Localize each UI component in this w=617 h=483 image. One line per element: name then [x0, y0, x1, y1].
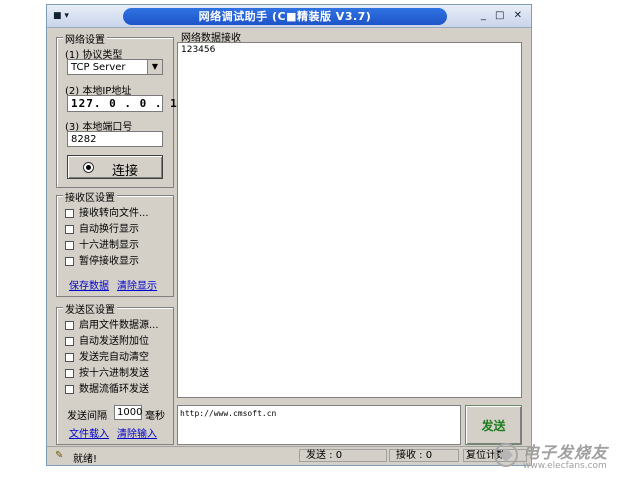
send-option-loop[interactable]: 数据流循环发送 [65, 383, 149, 397]
file-load-link[interactable]: 文件载入 [69, 425, 109, 440]
system-menu-icon[interactable]: ■ ▾ [53, 9, 87, 23]
sent-count: 发送 : 0 [299, 449, 387, 462]
checkbox-icon [65, 240, 74, 250]
watermark-url: www.elecfans.com [523, 461, 607, 471]
send-option-hex[interactable]: 按十六进制发送 [65, 367, 149, 381]
network-settings-title: 网络设置 [63, 31, 107, 46]
port-input[interactable]: 8282 [67, 131, 163, 147]
save-data-link[interactable]: 保存数据 [69, 277, 109, 292]
main-window: ■ ▾ 网络调试助手 (C■精装版 V3.7) _ □ ✕ 网络设置 (1) 协… [46, 4, 532, 466]
send-interval-unit: 毫秒 [145, 411, 165, 422]
send-option-append[interactable]: 自动发送附加位 [65, 335, 149, 349]
checkbox-icon [65, 384, 74, 394]
status-ready: 就绪! [73, 454, 98, 465]
radio-dot-icon [83, 162, 94, 173]
checkbox-icon [65, 320, 74, 330]
send-content: http://www.cmsoft.cn [180, 409, 277, 418]
send-interval-input[interactable]: 1000 [114, 405, 142, 420]
checkbox-icon [65, 352, 74, 362]
checkbox-icon [65, 336, 74, 346]
checkbox-icon [65, 256, 74, 266]
send-label: 发送 [481, 419, 506, 433]
checkbox-icon [65, 368, 74, 378]
receive-option-wrap[interactable]: 自动换行显示 [65, 223, 139, 237]
window-controls[interactable]: _ □ ✕ [481, 9, 525, 23]
send-option-file-source[interactable]: 启用文件数据源... [65, 319, 159, 333]
receive-settings-group: 接收区设置 接收转向文件... 自动换行显示 十六进制显示 暂停接收显示 保存数… [56, 189, 174, 297]
status-icon: ✎ [55, 450, 64, 461]
watermark: 电子发烧友 www.elecfans.com [493, 439, 611, 475]
ip-input[interactable]: 127. 0 . 0 . 1 [67, 95, 177, 112]
receive-option-file[interactable]: 接收转向文件... [65, 207, 149, 221]
window-title: 网络调试助手 (C■精装版 V3.7) [123, 8, 447, 25]
network-settings-group: 网络设置 (1) 协议类型 TCP Server ▼ (2) 本地IP地址 12… [56, 31, 177, 188]
receive-area[interactable]: 123456 [177, 42, 522, 398]
send-option-auto-clear[interactable]: 发送完自动清空 [65, 351, 149, 365]
watermark-logo-icon [494, 443, 518, 467]
checkbox-icon [65, 224, 74, 234]
received-count: 接收 : 0 [389, 449, 459, 462]
receive-option-hex[interactable]: 十六进制显示 [65, 239, 139, 253]
connect-label: 连接 [112, 164, 139, 179]
connect-button[interactable]: 连接 [67, 155, 163, 179]
clear-display-link[interactable]: 清除显示 [117, 277, 157, 292]
status-bar: ✎ 就绪! 发送 : 0 接收 : 0 复位计数 [47, 446, 531, 465]
chevron-down-icon[interactable]: ▼ [147, 60, 162, 74]
send-interval-label: 发送间隔 [67, 411, 107, 422]
protocol-select[interactable]: TCP Server ▼ [67, 59, 163, 75]
receive-settings-title: 接收区设置 [63, 189, 117, 204]
watermark-text: 电子发烧友 [523, 443, 609, 462]
protocol-value: TCP Server [71, 62, 126, 73]
clear-input-link[interactable]: 清除输入 [117, 425, 157, 440]
checkbox-icon [65, 208, 74, 218]
receive-option-pause[interactable]: 暂停接收显示 [65, 255, 139, 269]
send-input[interactable]: http://www.cmsoft.cn [177, 405, 461, 445]
send-settings-group: 发送区设置 启用文件数据源... 自动发送附加位 发送完自动清空 按十六进制发送… [56, 301, 174, 445]
receive-content: 123456 [181, 45, 216, 55]
title-bar[interactable]: ■ ▾ 网络调试助手 (C■精装版 V3.7) _ □ ✕ [47, 5, 531, 28]
send-settings-title: 发送区设置 [63, 301, 117, 316]
